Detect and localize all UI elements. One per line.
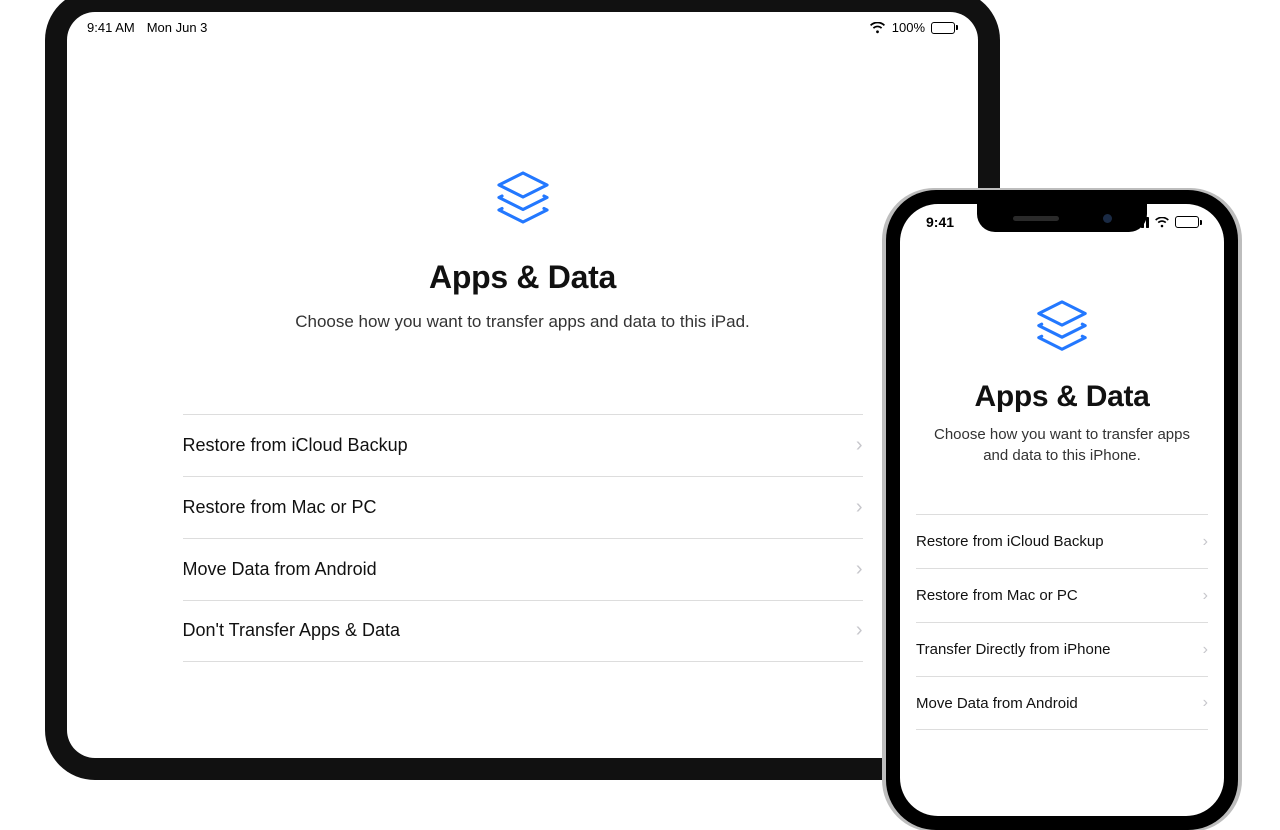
apps-data-stack-icon xyxy=(493,169,553,231)
option-label: Move Data from Android xyxy=(916,695,1078,712)
ipad-screen: 9:41 AM Mon Jun 3 100% xyxy=(67,12,978,758)
ipad-device-frame: 9:41 AM Mon Jun 3 100% xyxy=(45,0,1000,780)
option-restore-icloud[interactable]: Restore from iCloud Backup › xyxy=(183,414,863,476)
status-time: 9:41 AM xyxy=(87,20,135,35)
chevron-right-icon: › xyxy=(1203,533,1208,551)
option-label: Restore from Mac or PC xyxy=(916,587,1078,604)
chevron-right-icon: › xyxy=(1203,694,1208,712)
option-move-android[interactable]: Move Data from Android › xyxy=(183,538,863,600)
iphone-screen: 9:41 A xyxy=(900,204,1224,816)
option-label: Move Data from Android xyxy=(183,559,377,580)
option-dont-transfer[interactable]: Don't Transfer Apps & Data › xyxy=(183,600,863,662)
status-battery-pct: 100% xyxy=(892,20,925,35)
option-label: Restore from Mac or PC xyxy=(183,497,377,518)
front-camera-icon xyxy=(1103,214,1112,223)
page-title: Apps & Data xyxy=(429,259,616,296)
iphone-options-list: Restore from iCloud Backup › Restore fro… xyxy=(916,514,1208,730)
option-label: Restore from iCloud Backup xyxy=(183,435,408,456)
page-subtitle: Choose how you want to transfer apps and… xyxy=(295,310,750,334)
status-time: 9:41 xyxy=(926,214,954,230)
chevron-right-icon: › xyxy=(856,558,863,581)
wifi-icon xyxy=(869,22,886,34)
option-move-android[interactable]: Move Data from Android › xyxy=(916,676,1208,730)
chevron-right-icon: › xyxy=(1203,641,1208,659)
ipad-setup-content: Apps & Data Choose how you want to trans… xyxy=(67,39,978,662)
chevron-right-icon: › xyxy=(856,496,863,519)
iphone-notch xyxy=(977,204,1147,232)
option-label: Don't Transfer Apps & Data xyxy=(183,620,401,641)
battery-icon xyxy=(1175,216,1202,228)
chevron-right-icon: › xyxy=(1203,587,1208,605)
apps-data-stack-icon xyxy=(1033,298,1091,358)
option-restore-icloud[interactable]: Restore from iCloud Backup › xyxy=(916,514,1208,568)
chevron-right-icon: › xyxy=(856,619,863,642)
wifi-icon xyxy=(1154,217,1170,228)
speaker-icon xyxy=(1013,216,1059,221)
option-label: Restore from iCloud Backup xyxy=(916,533,1104,550)
option-transfer-iphone[interactable]: Transfer Directly from iPhone › xyxy=(916,622,1208,676)
page-subtitle: Choose how you want to transfer apps and… xyxy=(900,424,1224,466)
option-restore-mac-pc[interactable]: Restore from Mac or PC › xyxy=(183,476,863,538)
battery-icon xyxy=(931,22,958,34)
status-date: Mon Jun 3 xyxy=(147,20,208,35)
option-label: Transfer Directly from iPhone xyxy=(916,641,1111,658)
ipad-status-bar: 9:41 AM Mon Jun 3 100% xyxy=(67,12,978,39)
iphone-setup-content: Apps & Data Choose how you want to trans… xyxy=(900,230,1224,730)
chevron-right-icon: › xyxy=(856,434,863,457)
iphone-device-frame: 9:41 A xyxy=(886,190,1238,830)
ipad-options-list: Restore from iCloud Backup › Restore fro… xyxy=(183,414,863,662)
page-title: Apps & Data xyxy=(974,380,1149,414)
option-restore-mac-pc[interactable]: Restore from Mac or PC › xyxy=(916,568,1208,622)
